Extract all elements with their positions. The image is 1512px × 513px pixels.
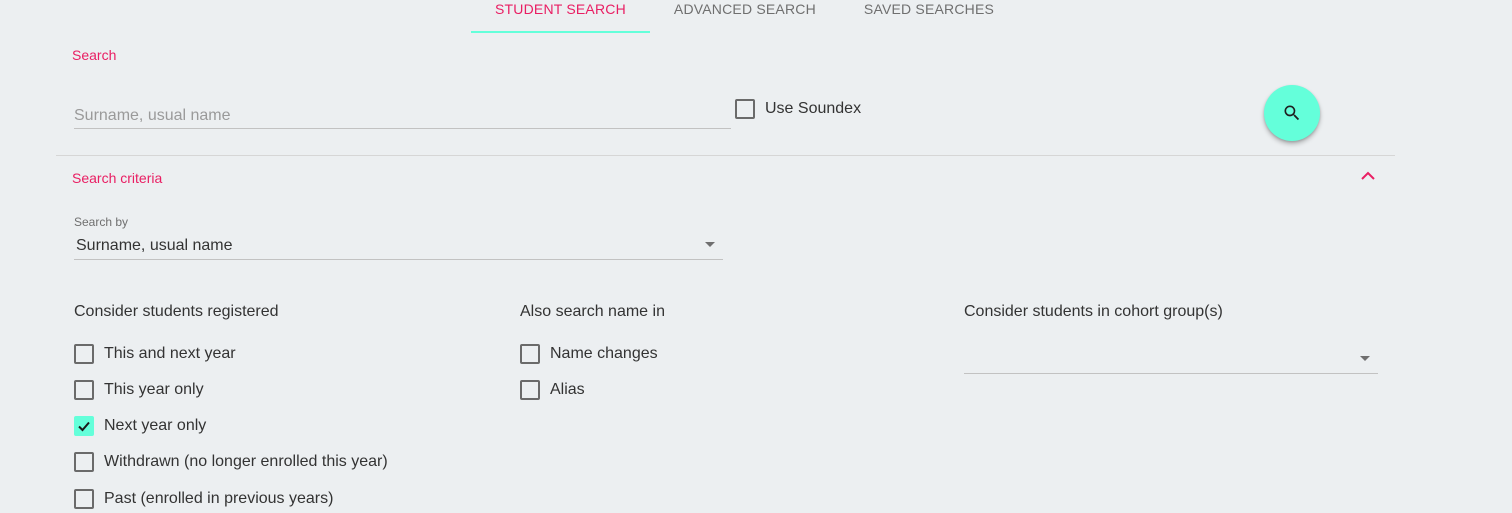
checkbox-checked[interactable] (74, 416, 94, 436)
search-by-label: Search by (74, 215, 129, 229)
registered-group-title: Consider students registered (74, 303, 279, 320)
checkbox[interactable] (520, 380, 540, 400)
soundex-checkbox[interactable] (735, 99, 755, 119)
checkbox-label: Alias (550, 381, 585, 398)
registered-option-this-and-next-year[interactable]: This and next year (74, 344, 236, 364)
search-by-value: Surname, usual name (76, 237, 233, 254)
tab-student-search[interactable]: STUDENT SEARCH (471, 0, 650, 33)
student-search-page: STUDENT SEARCH ADVANCED SEARCH SAVED SEA… (0, 0, 1512, 513)
also-search-group-title: Also search name in (520, 303, 665, 320)
cohort-group-title: Consider students in cohort group(s) (964, 303, 1223, 320)
also-search-option-alias[interactable]: Alias (520, 380, 585, 400)
registered-option-withdrawn[interactable]: Withdrawn (no longer enrolled this year) (74, 452, 388, 472)
search-button[interactable] (1264, 85, 1320, 141)
search-icon (1284, 105, 1300, 121)
checkbox[interactable] (74, 489, 94, 509)
checkbox-label: This and next year (104, 345, 236, 362)
soundex-label: Use Soundex (765, 100, 862, 117)
soundex-checkbox-row[interactable]: Use Soundex (735, 99, 861, 119)
registered-option-past[interactable]: Past (enrolled in previous years) (74, 489, 333, 509)
section-divider (56, 155, 1395, 156)
registered-option-this-year-only[interactable]: This year only (74, 380, 204, 400)
checkbox[interactable] (74, 452, 94, 472)
search-section-label: Search (72, 47, 117, 63)
checkbox-label: Past (enrolled in previous years) (104, 490, 334, 507)
search-field (74, 100, 731, 129)
checkbox-label: Withdrawn (no longer enrolled this year) (104, 453, 388, 470)
checkbox-label: Name changes (550, 345, 658, 362)
search-tabs: STUDENT SEARCH ADVANCED SEARCH SAVED SEA… (471, 0, 1018, 33)
search-by-select[interactable]: Surname, usual name (74, 235, 723, 260)
registered-option-next-year-only[interactable]: Next year only (74, 416, 206, 436)
checkbox-label: This year only (104, 381, 204, 398)
checkbox[interactable] (74, 344, 94, 364)
dropdown-arrow-icon (705, 242, 715, 247)
chevron-up-icon[interactable] (1360, 170, 1376, 182)
tab-saved-searches[interactable]: SAVED SEARCHES (840, 0, 1018, 33)
criteria-section-label: Search criteria (72, 170, 163, 186)
checkbox[interactable] (74, 380, 94, 400)
search-input[interactable] (74, 100, 731, 128)
also-search-option-name-changes[interactable]: Name changes (520, 344, 658, 364)
checkbox-label: Next year only (104, 417, 207, 434)
checkmark-icon (78, 421, 90, 432)
cohort-group-select[interactable] (964, 345, 1378, 374)
tab-advanced-search[interactable]: ADVANCED SEARCH (650, 0, 840, 33)
dropdown-arrow-icon (1360, 356, 1370, 361)
checkbox[interactable] (520, 344, 540, 364)
